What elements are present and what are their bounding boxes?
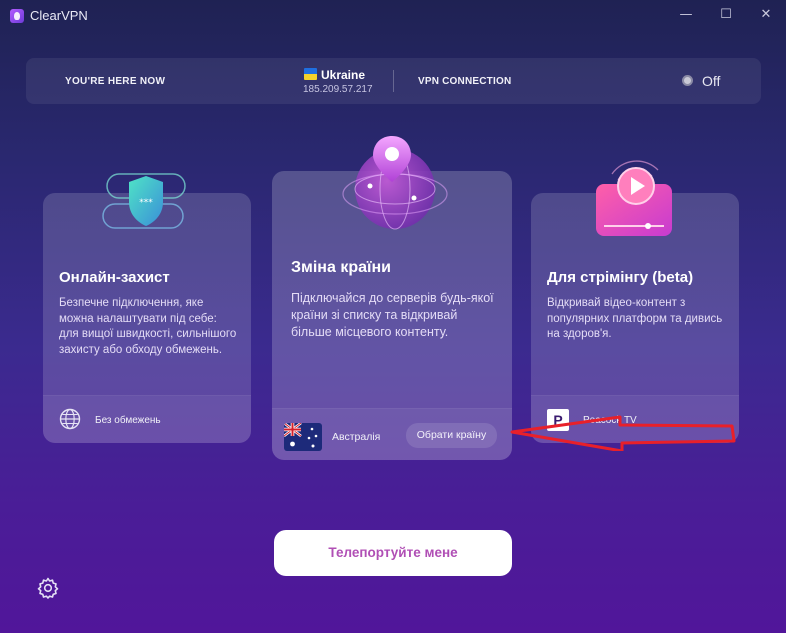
maximize-button[interactable]: ☐ <box>715 4 737 26</box>
connection-status-bar: YOU'RE HERE NOW Ukraine 185.209.57.217 V… <box>26 58 761 104</box>
app-title: ClearVPN <box>30 8 88 23</box>
gear-icon[interactable] <box>37 577 59 599</box>
vpn-toggle[interactable] <box>682 75 693 86</box>
current-country: Ukraine <box>321 68 366 82</box>
selected-country: Австралія <box>332 431 381 443</box>
card-title: Онлайн-захист <box>59 269 170 286</box>
video-play-icon <box>596 160 672 236</box>
card-description: Безпечне підключення, яке можна налаштув… <box>59 297 237 356</box>
here-now-label: YOU'RE HERE NOW <box>65 76 166 87</box>
close-button[interactable]: ✕ <box>755 4 777 26</box>
ukraine-flag-icon <box>304 68 317 80</box>
card-title: Зміна країни <box>291 259 391 276</box>
vpn-state-label: Off <box>702 73 721 89</box>
teleport-button[interactable]: Телепортуйте мене <box>274 530 512 576</box>
current-ip: 185.209.57.217 <box>303 84 373 95</box>
shield-icon: *** <box>102 173 186 229</box>
annotation-arrow <box>510 415 736 451</box>
choose-country-button[interactable]: Обрати країну <box>406 423 497 448</box>
card-footer: Австралія Обрати країну <box>272 408 512 460</box>
card-footer[interactable]: Без обмежень <box>43 395 251 443</box>
svg-text:***: *** <box>139 198 153 208</box>
mode-label: Без обмежень <box>95 415 161 426</box>
clearvpn-logo-icon <box>10 9 24 23</box>
vpn-connection-label: VPN CONNECTION <box>418 76 512 87</box>
card-description: Підключайся до серверів будь-якої країни… <box>291 291 494 339</box>
title-bar: ClearVPN — ☐ ✕ <box>0 0 786 32</box>
location-globe-icon <box>342 136 448 230</box>
card-title: Для стрімінгу (beta) <box>547 269 694 286</box>
divider <box>393 70 394 92</box>
minimize-button[interactable]: — <box>675 4 697 26</box>
globe-icon <box>59 408 81 430</box>
card-description: Відкривай відео-контент з популярних пла… <box>547 297 723 340</box>
australia-flag-icon <box>284 423 322 451</box>
